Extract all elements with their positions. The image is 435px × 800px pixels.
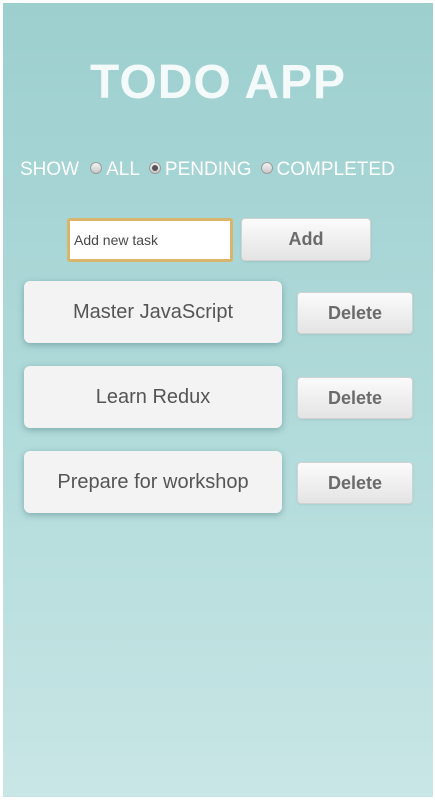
- filter-bar: SHOW ALL PENDING COMPLETED: [20, 158, 404, 182]
- delete-task-button-1[interactable]: Delete: [297, 292, 413, 334]
- filter-pending-label: PENDING: [164, 159, 252, 180]
- add-task-button[interactable]: Add: [241, 218, 371, 261]
- filter-all[interactable]: ALL: [90, 159, 140, 181]
- filter-completed[interactable]: COMPLETED: [260, 159, 395, 181]
- app-title: TODO APP: [89, 56, 347, 109]
- task-item-prepare-for-workshop[interactable]: Prepare for workshop: [24, 451, 282, 513]
- filter-all-radio[interactable]: [90, 162, 103, 174]
- filter-pending[interactable]: PENDING: [148, 159, 252, 181]
- task-item-learn-redux[interactable]: Learn Redux: [24, 366, 282, 428]
- task-text: Learn Redux: [95, 385, 211, 408]
- task-text: Master JavaScript: [72, 300, 234, 323]
- task-item-master-javascript[interactable]: Master JavaScript: [24, 281, 282, 343]
- delete-task-button-3[interactable]: Delete: [297, 462, 413, 504]
- new-task-input[interactable]: [67, 218, 233, 262]
- todo-app: TODO APP SHOW ALL PENDING COMPLETED Add …: [3, 3, 433, 797]
- filter-completed-label: COMPLETED: [276, 159, 395, 180]
- filter-completed-radio[interactable]: [260, 162, 273, 174]
- show-label: SHOW: [20, 159, 80, 180]
- filter-all-label: ALL: [106, 159, 140, 180]
- filter-pending-radio[interactable]: [148, 162, 161, 174]
- task-text: Prepare for workshop: [57, 470, 249, 493]
- delete-task-button-2[interactable]: Delete: [297, 377, 413, 419]
